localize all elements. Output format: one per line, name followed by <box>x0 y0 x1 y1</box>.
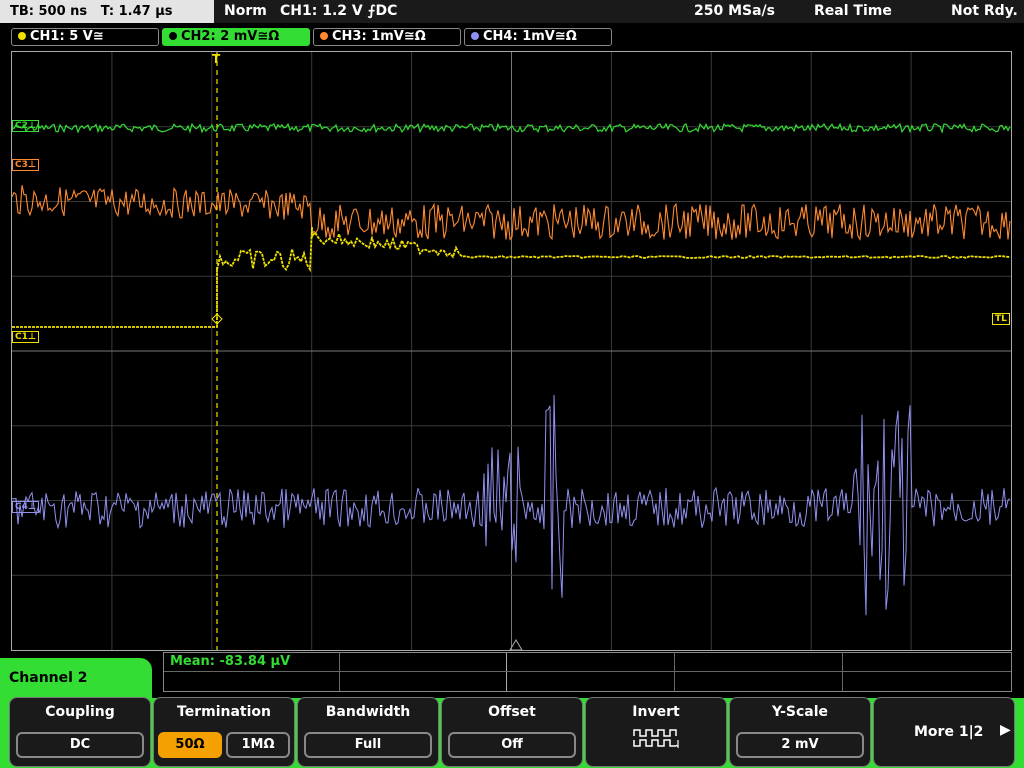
ch1-ground-marker[interactable]: C1⊥ <box>12 331 40 343</box>
status-bar: Norm CH1: 1.2 V ⨍DC 250 MSa/s Real Time … <box>214 0 1024 23</box>
graticule-svg <box>12 52 1011 650</box>
ch2-color-dot-icon <box>169 32 177 40</box>
termination-title: Termination <box>177 704 271 720</box>
tab-ch1[interactable]: CH1: 5 V≅ <box>11 28 159 46</box>
invert-title: Invert <box>632 704 680 720</box>
ch2-ground-marker[interactable]: C2⊥ <box>12 120 40 132</box>
bandwidth-title: Bandwidth <box>325 704 411 720</box>
bandwidth-value-button[interactable]: Full <box>304 732 432 758</box>
trigger-time-value: T: 1.47 µs <box>100 4 173 19</box>
termination-softkey[interactable]: Termination 50Ω 1MΩ <box>153 697 295 767</box>
ready-status: Not Rdy. <box>951 3 1018 19</box>
ch3-label: CH3: 1mV≅Ω <box>332 29 426 44</box>
ch2-label: CH2: 2 mV≅Ω <box>181 29 280 44</box>
bandwidth-softkey[interactable]: Bandwidth Full <box>297 697 439 767</box>
termination-50ohm-button[interactable]: 50Ω <box>158 732 222 758</box>
offset-title: Offset <box>488 704 536 720</box>
ch4-label: CH4: 1mV≅Ω <box>483 29 577 44</box>
tab-ch3[interactable]: CH3: 1mV≅Ω <box>313 28 461 46</box>
trigger-mode[interactable]: Norm <box>224 0 267 23</box>
more-softkey[interactable]: More 1|2 ▶ <box>873 697 1015 767</box>
play-right-icon: ▶ <box>1000 722 1011 738</box>
more-label: More 1|2 <box>914 724 984 740</box>
ch1-label: CH1: 5 V≅ <box>30 29 104 44</box>
waveform-display[interactable] <box>11 51 1012 651</box>
menu-title: Channel 2 <box>0 658 152 698</box>
ch3-ground-marker[interactable]: C3⊥ <box>12 159 40 171</box>
coupling-softkey[interactable]: Coupling DC <box>9 697 151 767</box>
termination-1mohm-button[interactable]: 1MΩ <box>226 732 290 758</box>
trigger-level-marker[interactable]: TL <box>992 313 1010 325</box>
yscale-softkey[interactable]: Y-Scale 2 mV <box>729 697 871 767</box>
offset-value-button[interactable]: Off <box>448 732 576 758</box>
ch1-color-dot-icon <box>18 32 26 40</box>
mean-measurement: Mean: -83.84 µV <box>170 654 291 669</box>
trigger-position-marker[interactable]: T <box>212 52 220 66</box>
yscale-title: Y-Scale <box>771 704 828 720</box>
timebase-value: TB: 500 ns <box>10 4 88 19</box>
ch4-ground-marker[interactable]: C4⊥ <box>12 501 40 513</box>
coupling-value-button[interactable]: DC <box>16 732 144 758</box>
coupling-title: Coupling <box>45 704 115 720</box>
offset-softkey[interactable]: Offset Off <box>441 697 583 767</box>
ch4-color-dot-icon <box>471 32 479 40</box>
ch3-color-dot-icon <box>320 32 328 40</box>
tab-ch2[interactable]: CH2: 2 mV≅Ω <box>162 28 310 46</box>
acquisition-mode[interactable]: Real Time <box>814 0 892 23</box>
trigger-source[interactable]: CH1: 1.2 V ⨍DC <box>280 0 397 23</box>
invert-softkey[interactable]: Invert <box>585 697 727 767</box>
sample-rate: 250 MSa/s <box>694 3 776 19</box>
invert-square-wave-icon <box>633 729 679 749</box>
yscale-value-button[interactable]: 2 mV <box>736 732 864 758</box>
timebase-readout[interactable]: TB: 500 ns T: 1.47 µs <box>0 0 214 23</box>
tab-ch4[interactable]: CH4: 1mV≅Ω <box>464 28 612 46</box>
measurement-bar <box>163 652 1012 692</box>
